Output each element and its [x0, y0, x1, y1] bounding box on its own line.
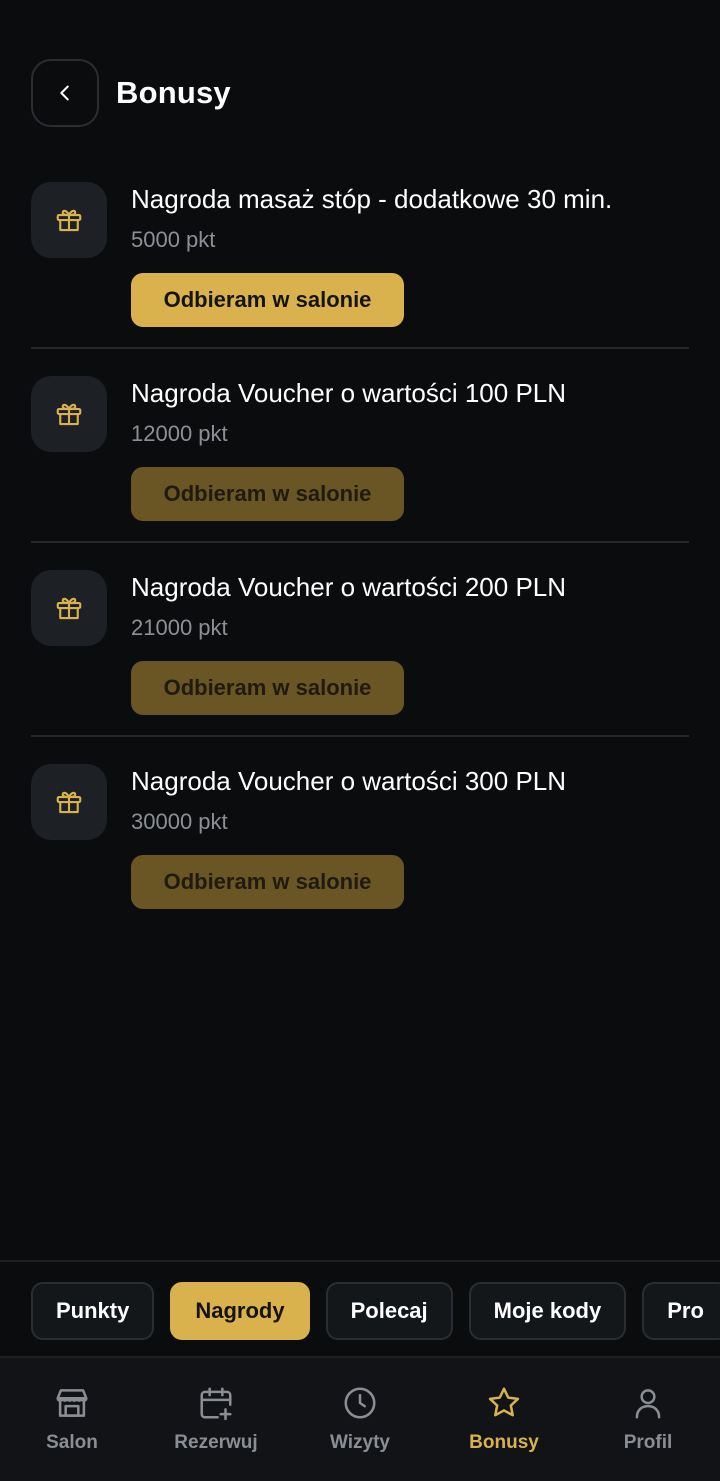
tab-pro[interactable]: Pro: [642, 1282, 720, 1340]
reward-name: Nagroda Voucher o wartości 300 PLN: [131, 766, 567, 796]
nav-label: Bonusy: [469, 1432, 539, 1453]
tab-punkty[interactable]: Punkty: [31, 1282, 155, 1340]
reward-item: Nagroda Voucher o wartości 200 PLN 21000…: [31, 543, 689, 737]
store-icon: [56, 1389, 88, 1417]
tab-nagrody[interactable]: Nagrody: [170, 1282, 310, 1340]
tab-polecaj[interactable]: Polecaj: [325, 1282, 453, 1340]
nav-label: Wizyty: [329, 1432, 390, 1453]
claim-in-salon-button: Odbieram w salonie: [131, 467, 404, 521]
nav-item-salon[interactable]: Salon: [0, 1358, 144, 1481]
reward-points: 5000 pkt: [131, 227, 216, 252]
clock-icon: [344, 1387, 376, 1419]
gift-icon: [56, 597, 82, 620]
claim-in-salon-button: Odbieram w salonie: [131, 661, 404, 715]
bonuses-screen: Bonusy Nagroda masaż stóp - dodatkowe 30…: [0, 0, 720, 1481]
bonus-tabs: Punkty Nagrody Polecaj Moje kody Pro: [31, 1282, 720, 1340]
chevron-left-icon: [60, 85, 69, 101]
reward-name: Nagroda Voucher o wartości 200 PLN: [131, 572, 567, 602]
reward-item: Nagroda Voucher o wartości 100 PLN 12000…: [31, 349, 689, 543]
reward-points: 12000 pkt: [131, 421, 228, 446]
reward-icon-box: [31, 570, 107, 646]
gift-icon: [56, 791, 82, 814]
reward-item: Nagroda masaż stóp - dodatkowe 30 min. 5…: [31, 155, 689, 349]
reward-icon-box: [31, 376, 107, 452]
nav-item-bonusy[interactable]: Bonusy: [432, 1358, 576, 1481]
bonus-tabs-bar: Punkty Nagrody Polecaj Moje kody Pro: [0, 1260, 720, 1358]
rewards-list: Nagroda masaż stóp - dodatkowe 30 min. 5…: [31, 155, 689, 931]
star-icon: [488, 1387, 520, 1417]
gift-icon: [56, 209, 82, 232]
user-icon: [635, 1389, 661, 1419]
claim-in-salon-button: Odbieram w salonie: [131, 855, 404, 909]
nav-item-profil[interactable]: Profil: [576, 1358, 720, 1481]
reward-icon-box: [31, 182, 107, 258]
nav-item-rezerwuj[interactable]: Rezerwuj: [144, 1358, 288, 1481]
nav-label: Profil: [623, 1432, 673, 1453]
nav-item-wizyty[interactable]: Wizyty: [288, 1358, 432, 1481]
claim-in-salon-button[interactable]: Odbieram w salonie: [131, 273, 404, 327]
reward-icon-box: [31, 764, 107, 840]
header: Bonusy: [31, 59, 231, 127]
nav-label: Salon: [46, 1432, 98, 1453]
reward-name: Nagroda masaż stóp - dodatkowe 30 min.: [131, 184, 613, 214]
gift-icon: [56, 403, 82, 426]
calendar-plus-icon: [200, 1387, 232, 1421]
tab-moje-kody[interactable]: Moje kody: [468, 1282, 627, 1340]
reward-points: 21000 pkt: [131, 615, 228, 640]
reward-points: 30000 pkt: [131, 809, 228, 834]
reward-item: Nagroda Voucher o wartości 300 PLN 30000…: [31, 737, 689, 931]
back-button[interactable]: [31, 59, 99, 127]
page-title: Bonusy: [116, 75, 231, 110]
reward-name: Nagroda Voucher o wartości 100 PLN: [131, 378, 567, 408]
nav-label: Rezerwuj: [174, 1432, 258, 1453]
bottom-navigation: Salon Rezerwuj Wizyty Bonusy Profil: [0, 1358, 720, 1481]
